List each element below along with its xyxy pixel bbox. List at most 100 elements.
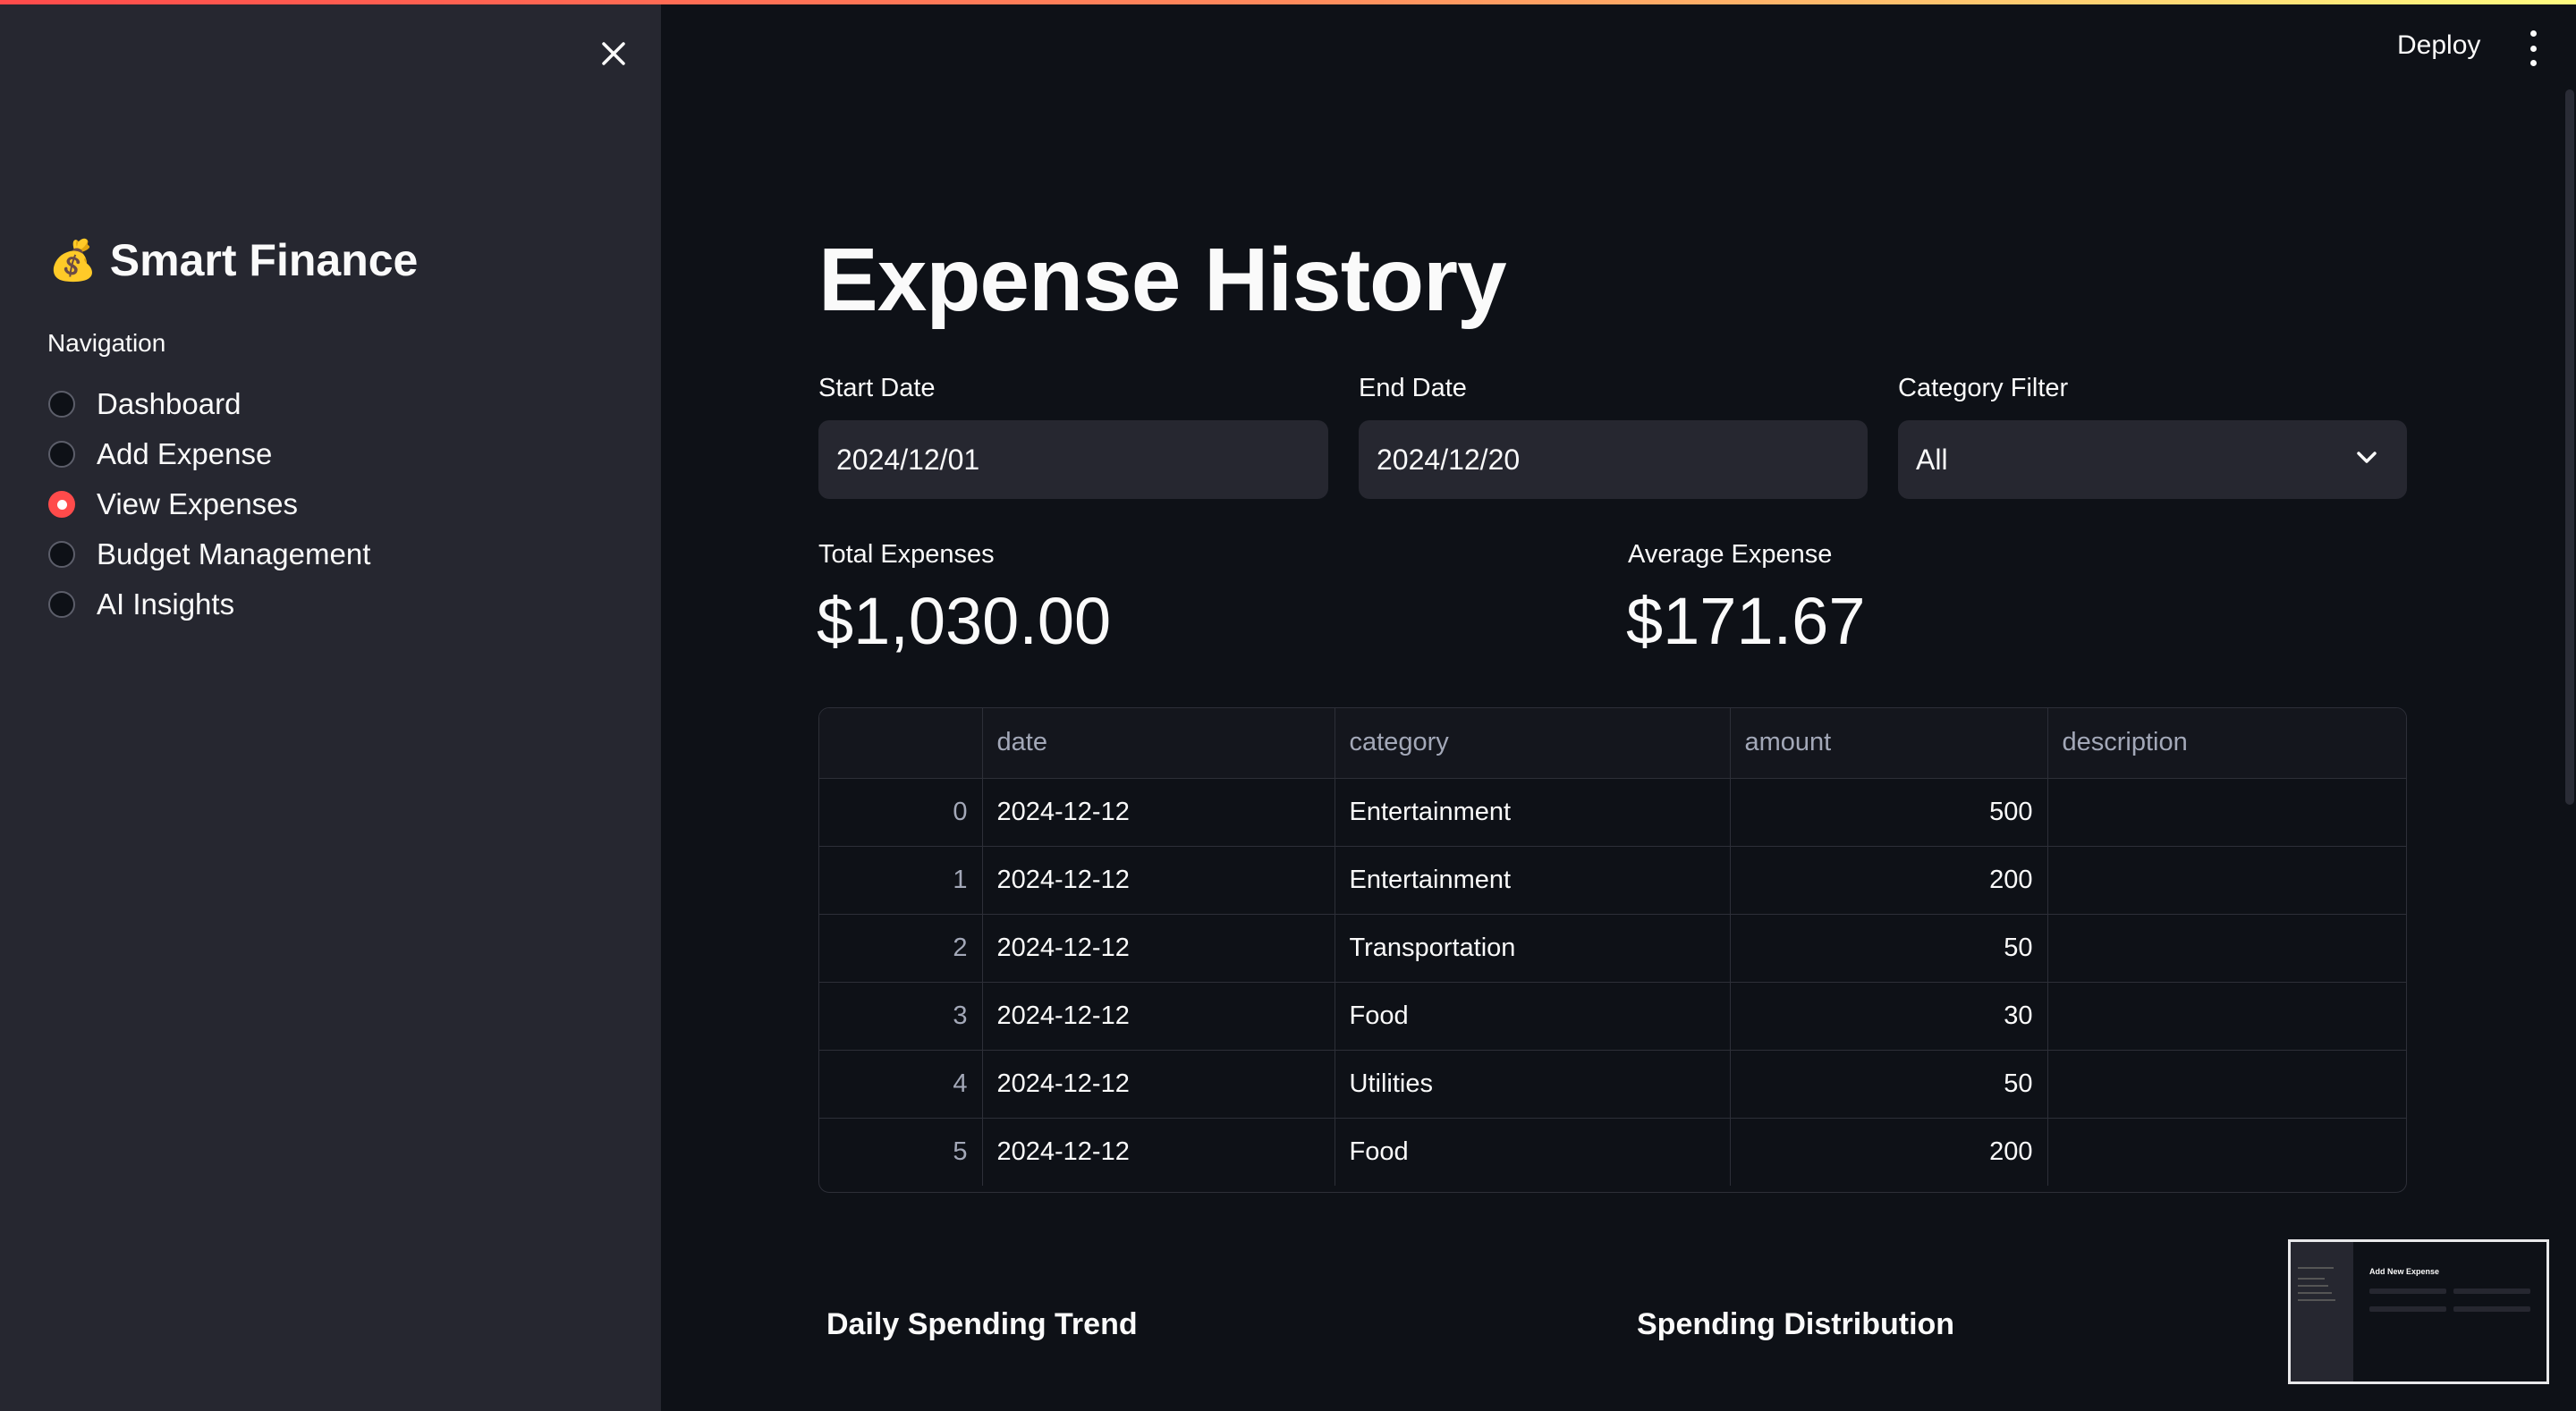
cell-amount[interactable]: 50 <box>1730 1050 2048 1119</box>
table-row: 4 2024-12-12 Utilities 50 <box>819 1050 2406 1119</box>
thumbnail-field <box>2369 1306 2446 1312</box>
cell-amount[interactable]: 200 <box>1730 1118 2048 1186</box>
category-filter-select[interactable]: All <box>1898 420 2407 499</box>
total-expenses-label: Total Expenses <box>818 540 995 569</box>
nav-item-add-expense[interactable]: Add Expense <box>48 429 370 479</box>
kebab-dot <box>2529 60 2537 66</box>
cell-date[interactable]: 2024-12-12 <box>982 1050 1335 1119</box>
thumbnail-sidebar <box>2291 1242 2353 1381</box>
chevron-down-icon <box>2357 452 2377 463</box>
row-index: 1 <box>819 846 983 915</box>
thumbnail-field <box>2453 1288 2530 1294</box>
thumbnail-line <box>2298 1278 2325 1280</box>
row-index: 3 <box>819 982 983 1051</box>
cell-amount[interactable]: 30 <box>1730 982 2048 1051</box>
top-decoration-bar <box>0 0 2576 4</box>
close-sidebar-button[interactable] <box>594 34 633 73</box>
category-filter-label: Category Filter <box>1898 374 2069 402</box>
nav-item-label: Dashboard <box>97 387 242 420</box>
nav-item-label: Budget Management <box>97 537 371 570</box>
nav-item-label: View Expenses <box>97 487 299 520</box>
row-index: 2 <box>819 914 983 983</box>
close-icon <box>602 42 625 65</box>
cell-amount[interactable]: 500 <box>1730 778 2048 847</box>
row-index: 0 <box>819 778 983 847</box>
thumbnail-line <box>2298 1285 2328 1287</box>
thumbnail-field <box>2369 1288 2446 1294</box>
radio-button[interactable] <box>48 591 75 618</box>
category-filter-value: All <box>1916 443 1948 476</box>
cell-category[interactable]: Entertainment <box>1335 846 1731 915</box>
table-header-row: date category amount description <box>819 708 2406 779</box>
sidebar: 💰 Smart Finance Navigation Dashboard Add… <box>0 0 661 1411</box>
table-row: 0 2024-12-12 Entertainment 500 <box>819 778 2406 847</box>
column-header-amount[interactable]: amount <box>1730 708 2048 779</box>
cell-category[interactable]: Transportation <box>1335 914 1731 983</box>
radio-button[interactable] <box>48 391 75 418</box>
page-preview-thumbnail[interactable]: Add New Expense <box>2288 1239 2549 1384</box>
thumbnail-line <box>2298 1292 2332 1294</box>
cell-amount[interactable]: 200 <box>1730 846 2048 915</box>
column-header-date[interactable]: date <box>982 708 1335 779</box>
kebab-dot <box>2529 30 2537 37</box>
page-title: Expense History <box>818 230 1507 330</box>
radio-button-selected[interactable] <box>48 491 75 518</box>
thumbnail-field <box>2453 1306 2530 1312</box>
app-title: Smart Finance <box>109 235 419 285</box>
cell-description[interactable] <box>2047 914 2406 983</box>
cell-category[interactable]: Food <box>1335 982 1731 1051</box>
cell-description[interactable] <box>2047 846 2406 915</box>
nav-item-view-expenses[interactable]: View Expenses <box>48 479 370 529</box>
cell-date[interactable]: 2024-12-12 <box>982 846 1335 915</box>
cell-description[interactable] <box>2047 1118 2406 1186</box>
daily-spending-trend-heading: Daily Spending Trend <box>826 1307 1138 1341</box>
cell-date[interactable]: 2024-12-12 <box>982 778 1335 847</box>
total-expenses-value: $1,030.00 <box>817 584 1112 658</box>
end-date-label: End Date <box>1359 374 1467 402</box>
cell-date[interactable]: 2024-12-12 <box>982 982 1335 1051</box>
cell-amount[interactable]: 50 <box>1730 914 2048 983</box>
cell-date[interactable]: 2024-12-12 <box>982 914 1335 983</box>
table-row: 2 2024-12-12 Transportation 50 <box>819 914 2406 983</box>
kebab-dot <box>2529 45 2537 52</box>
average-expense-value: $171.67 <box>1626 584 1866 658</box>
nav-item-label: AI Insights <box>97 587 235 621</box>
cell-date[interactable]: 2024-12-12 <box>982 1118 1335 1186</box>
cell-description[interactable] <box>2047 778 2406 847</box>
table-row: 3 2024-12-12 Food 30 <box>819 982 2406 1051</box>
deploy-button[interactable]: Deploy <box>2397 30 2480 61</box>
cell-description[interactable] <box>2047 1050 2406 1119</box>
nav-item-label: Add Expense <box>97 437 273 470</box>
spending-distribution-heading: Spending Distribution <box>1637 1307 1955 1341</box>
start-date-value: 2024/12/01 <box>836 443 980 476</box>
table-row: 5 2024-12-12 Food 200 <box>819 1118 2406 1186</box>
navigation-radio-group: Dashboard Add Expense View Expenses Budg… <box>48 379 370 629</box>
radio-button[interactable] <box>48 541 75 568</box>
average-expense-label: Average Expense <box>1628 540 1833 569</box>
end-date-input[interactable]: 2024/12/20 <box>1359 420 1868 499</box>
more-options-icon[interactable] <box>2522 30 2544 66</box>
nav-item-dashboard[interactable]: Dashboard <box>48 379 370 429</box>
start-date-input[interactable]: 2024/12/01 <box>818 420 1328 499</box>
nav-item-budget-management[interactable]: Budget Management <box>48 529 370 579</box>
column-header-category[interactable]: category <box>1335 708 1731 779</box>
app-brand: 💰 Smart Finance <box>48 234 418 286</box>
column-header-description[interactable]: description <box>2047 708 2406 779</box>
end-date-value: 2024/12/20 <box>1377 443 1521 476</box>
cell-category[interactable]: Utilities <box>1335 1050 1731 1119</box>
table-row: 1 2024-12-12 Entertainment 200 <box>819 846 2406 915</box>
cell-category[interactable]: Food <box>1335 1118 1731 1186</box>
column-header-index <box>819 708 983 779</box>
thumbnail-title: Add New Expense <box>2369 1267 2440 1276</box>
radio-button[interactable] <box>48 441 75 468</box>
start-date-label: Start Date <box>818 374 936 402</box>
expenses-table[interactable]: date category amount description 0 2024-… <box>818 707 2407 1193</box>
money-bag-icon: 💰 <box>48 239 97 283</box>
row-index: 5 <box>819 1118 983 1186</box>
cell-description[interactable] <box>2047 982 2406 1051</box>
thumbnail-line <box>2298 1299 2335 1301</box>
nav-item-ai-insights[interactable]: AI Insights <box>48 579 370 629</box>
vertical-scrollbar[interactable] <box>2565 89 2574 805</box>
cell-category[interactable]: Entertainment <box>1335 778 1731 847</box>
thumbnail-line <box>2298 1267 2334 1269</box>
